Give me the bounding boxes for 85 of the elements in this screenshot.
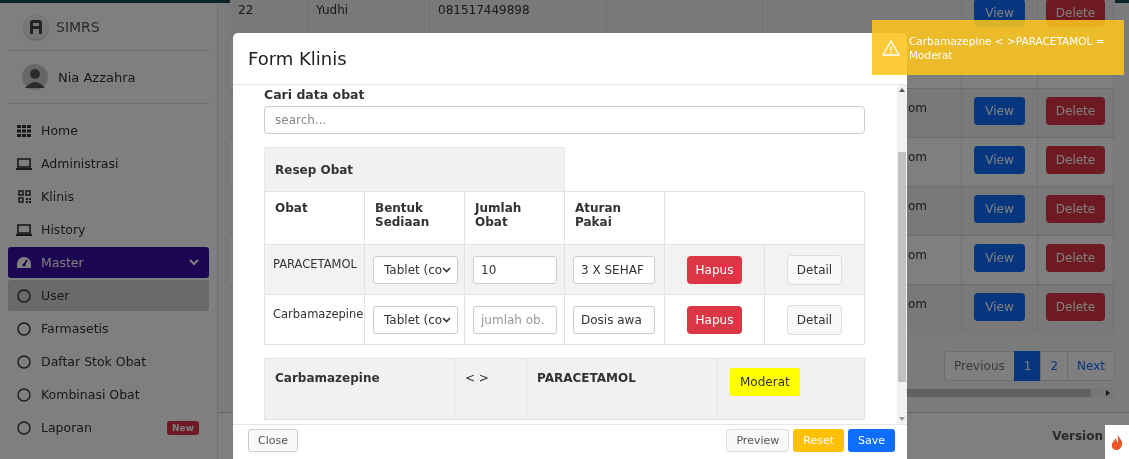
logo-icon [24, 14, 48, 39]
user-name: Nia Azzahra [58, 69, 136, 85]
delete-button[interactable]: Delete [1045, 293, 1106, 321]
amount-field[interactable]: jumlah ob. [473, 305, 557, 334]
laptop-icon [16, 223, 32, 236]
circle-icon [16, 420, 32, 435]
table-cell: Yudhi [316, 3, 349, 17]
detail-button[interactable]: Detail [786, 304, 843, 335]
modal-title: Form Klinis [248, 48, 347, 69]
table-cell: PARACETAMOL [526, 358, 718, 420]
dosage-rule-field[interactable]: Dosis awa [573, 305, 655, 334]
table-cell: Carbamazepine [264, 294, 365, 345]
qr-code-icon [16, 190, 32, 203]
table-cell: < > [454, 358, 527, 420]
view-button[interactable]: View [974, 146, 1025, 174]
page-link[interactable]: 1 [1013, 351, 1042, 381]
sidebar-item[interactable]: Farmasetis [8, 313, 209, 344]
circle-icon [16, 354, 32, 369]
dashboard-gauge-icon [16, 255, 32, 270]
table-cell: 22 [238, 3, 254, 17]
sidebar-item[interactable]: Administrasi [8, 148, 209, 179]
sidebar-item[interactable]: Daftar Stok Obat [8, 346, 209, 377]
column-header: Obat [264, 191, 365, 245]
table-cell: om [908, 297, 928, 311]
table-cell: om [908, 101, 928, 115]
new-badge: New [167, 420, 199, 435]
dosage-rule-field[interactable]: 3 X SEHAF [573, 255, 655, 284]
avatar [22, 64, 48, 90]
column-header: Jumlah Obat [464, 191, 565, 245]
sidebar-item[interactable]: Kombinasi Obat [8, 379, 209, 410]
table-header: Resep Obat [264, 147, 565, 192]
scroll-up-arrow-icon[interactable] [899, 88, 905, 92]
horizontal-scrollbar[interactable] [905, 388, 1115, 398]
circle-icon [16, 387, 32, 402]
sidebar-item[interactable]: History [8, 214, 209, 245]
circle-icon [16, 321, 32, 336]
sidebar-item[interactable]: Master [8, 247, 209, 278]
table-cell: 081517449898 [438, 3, 530, 17]
view-button[interactable]: View [974, 97, 1025, 125]
version-label: Version [1052, 429, 1103, 443]
table-cell: om [908, 248, 928, 262]
amount-field[interactable]: 10 [473, 255, 557, 284]
laptop-icon [16, 157, 32, 170]
footer-button[interactable]: Close [248, 429, 298, 452]
page-link[interactable]: Next [1067, 351, 1115, 381]
vertical-scrollbar[interactable] [897, 85, 907, 424]
table-cell: om [908, 150, 928, 164]
scroll-down-arrow-icon[interactable] [899, 417, 905, 421]
view-button[interactable]: View [974, 293, 1025, 321]
sidebar-item[interactable]: Laporan New [8, 412, 209, 443]
page-link[interactable]: 2 [1040, 351, 1069, 381]
chevron-down-icon [442, 266, 452, 273]
detail-button[interactable]: Detail [786, 254, 843, 285]
footer-button[interactable]: Save [848, 429, 895, 452]
dosage-form-select[interactable]: Tablet (co [373, 305, 458, 334]
table-cell: om [908, 199, 928, 213]
section-label: Cari data obat [264, 87, 366, 102]
footer-button[interactable]: Preview [726, 429, 790, 452]
remove-button[interactable]: Hapus [686, 255, 743, 284]
column-header: Aturan Pakai [564, 191, 665, 245]
delete-button[interactable]: Delete [1045, 97, 1106, 125]
sidebar-item[interactable]: Klinis [8, 181, 209, 212]
view-button[interactable]: View [974, 244, 1025, 272]
table-cell: PARACETAMOL [264, 244, 365, 295]
circle-icon [16, 288, 32, 303]
delete-button[interactable]: Delete [1045, 146, 1106, 174]
table-cell: Carbamazepine [264, 358, 455, 420]
flame-icon[interactable] [1105, 425, 1129, 459]
sidebar-item[interactable]: Home [8, 115, 209, 146]
view-button[interactable]: View [974, 195, 1025, 223]
warning-icon [882, 39, 900, 56]
chevron-down-icon [442, 316, 452, 323]
remove-button[interactable]: Hapus [686, 305, 743, 334]
page-link[interactable]: Previous [944, 351, 1015, 381]
toast-message: Carbamazepine < >PARACETAMOL = Moderat [909, 33, 1106, 62]
grid-icon [16, 124, 32, 137]
delete-button[interactable]: Delete [1045, 244, 1106, 272]
column-header: Bentuk Sediaan [364, 191, 465, 245]
sidebar-item[interactable]: User [8, 280, 209, 311]
scroll-right-arrow-icon[interactable] [1105, 390, 1111, 396]
severity-tag: Moderat [730, 368, 800, 396]
brand-name: SIMRS [56, 18, 100, 35]
dosage-form-select[interactable]: Tablet (co [373, 255, 458, 284]
delete-button[interactable]: Delete [1045, 195, 1106, 223]
search-field[interactable]: search... [264, 106, 865, 134]
